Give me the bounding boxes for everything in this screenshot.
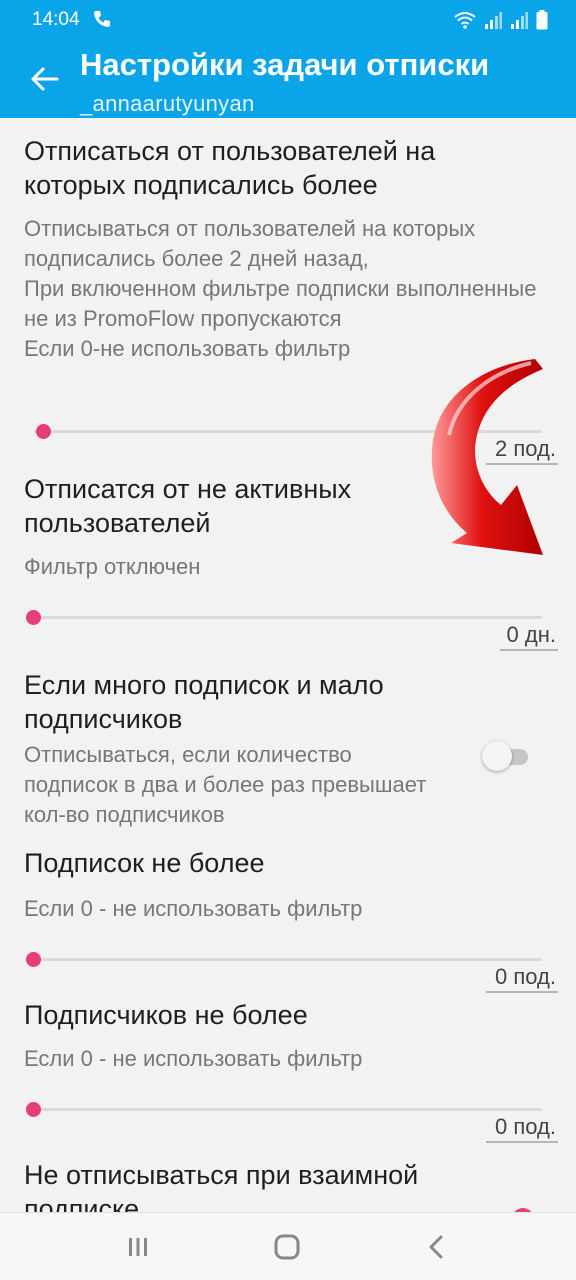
setting-summary: Отписываться от пользователей на которых… [24, 216, 537, 361]
slider-thumb[interactable] [36, 424, 51, 439]
setting-value: 0 дн. [506, 622, 556, 647]
home-icon[interactable] [271, 1231, 303, 1263]
setting-value: 0 под. [495, 1114, 556, 1139]
setting-value: 2 под. [495, 436, 556, 461]
setting-summary: Отписываться, если количество подписок в… [24, 742, 427, 827]
back-arrow-icon[interactable] [30, 64, 60, 94]
settings-list: Отписаться от пользователей на которых п… [0, 118, 576, 1212]
value-underline [486, 1141, 558, 1143]
setting-title: Отписатся от не активных пользователей [24, 474, 352, 538]
recents-icon[interactable] [122, 1231, 154, 1263]
setting-title: Если много подписок и мало подписчиков [24, 670, 384, 734]
setting-title: Отписаться от пользователей на которых п… [24, 136, 436, 200]
value-underline [486, 991, 558, 993]
back-icon[interactable] [421, 1231, 453, 1263]
navigation-bar [0, 1212, 576, 1280]
app-bar: Настройки задачи отписки _annaarutyunyan [0, 40, 576, 118]
toggle-knob [482, 741, 512, 771]
status-time: 14:04 [32, 9, 80, 30]
value-underline [500, 649, 558, 651]
slider-thumb[interactable] [26, 1102, 41, 1117]
setting-title: Подписчиков не более [24, 1000, 308, 1030]
signal-icon [511, 12, 528, 29]
setting-summary: Если 0 - не использовать фильтр [24, 896, 363, 921]
account-subtitle: _annaarutyunyan [80, 91, 255, 116]
signal-icon [485, 12, 502, 29]
slider-track[interactable] [34, 958, 542, 961]
toggle-switch[interactable] [482, 741, 528, 771]
setting-title: Подписок не более [24, 848, 265, 878]
wifi-icon [454, 12, 476, 29]
battery-icon [536, 10, 548, 30]
slider-track[interactable] [34, 430, 542, 433]
slider-track[interactable] [34, 1108, 542, 1111]
value-underline [486, 463, 558, 465]
page-title: Настройки задачи отписки [80, 47, 490, 82]
setting-summary: Если 0 - не использовать фильтр [24, 1046, 363, 1071]
setting-value: 0 под. [495, 964, 556, 989]
setting-summary: Фильтр отключен [24, 554, 201, 579]
status-bar: 14:04 [0, 0, 576, 40]
call-icon [94, 11, 110, 27]
slider-track[interactable] [34, 616, 542, 619]
slider-thumb[interactable] [26, 610, 41, 625]
slider-thumb[interactable] [26, 952, 41, 967]
setting-title: Не отписываться при взаимной подписке [24, 1160, 419, 1212]
